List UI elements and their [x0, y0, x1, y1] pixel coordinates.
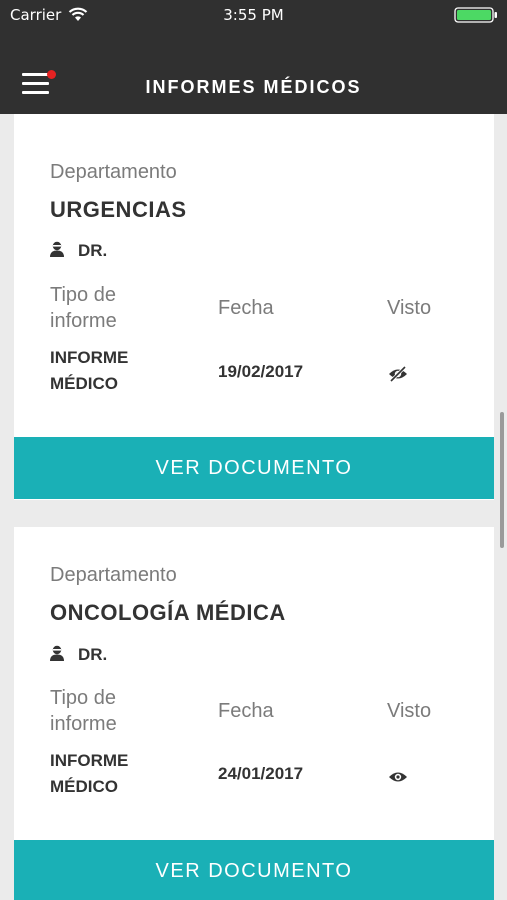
department-name: URGENCIAS — [50, 197, 187, 222]
date-header: Fecha — [218, 297, 274, 319]
navigation-bar: INFORMES MÉDICOS — [0, 30, 507, 114]
clock: 3:55 PM — [223, 6, 284, 24]
doctor-icon — [50, 645, 64, 661]
seen-header: Visto — [387, 297, 432, 319]
eye-icon — [389, 772, 407, 782]
scrollbar[interactable] — [500, 412, 504, 548]
department-name: ONCOLOGÍA MÉDICA — [50, 600, 286, 625]
doctor-name: DR. — [78, 645, 108, 664]
page-title: INFORMES MÉDICOS — [145, 77, 362, 97]
view-document-button[interactable]: VER DOCUMENTO — [14, 437, 494, 499]
department-label: Departamento — [50, 564, 177, 586]
eye-slash-icon — [389, 366, 407, 382]
seen-header: Visto — [387, 700, 432, 722]
date-header: Fecha — [218, 700, 274, 722]
report-type-value: INFORME MÉDICO — [50, 751, 129, 796]
report-type-header: Tipo de informe — [50, 687, 117, 735]
report-type-header: Tipo de informe — [50, 284, 117, 332]
department-label: Departamento — [50, 161, 177, 183]
doctor-icon — [50, 241, 64, 257]
battery-icon — [454, 7, 497, 23]
doctor-name: DR. — [78, 241, 108, 260]
report-date: 24/01/2017 — [218, 764, 304, 783]
status-bar: Carrier 3:55 PM — [0, 0, 507, 30]
report-date: 19/02/2017 — [218, 362, 304, 381]
report-type-value: INFORME MÉDICO — [50, 348, 129, 393]
report-card: Departamento ONCOLOGÍA MÉDICA DR. Tipo d… — [14, 527, 494, 900]
view-document-button[interactable]: VER DOCUMENTO — [14, 840, 494, 900]
report-card: Departamento URGENCIAS DR. Tipo de infor… — [14, 114, 494, 500]
